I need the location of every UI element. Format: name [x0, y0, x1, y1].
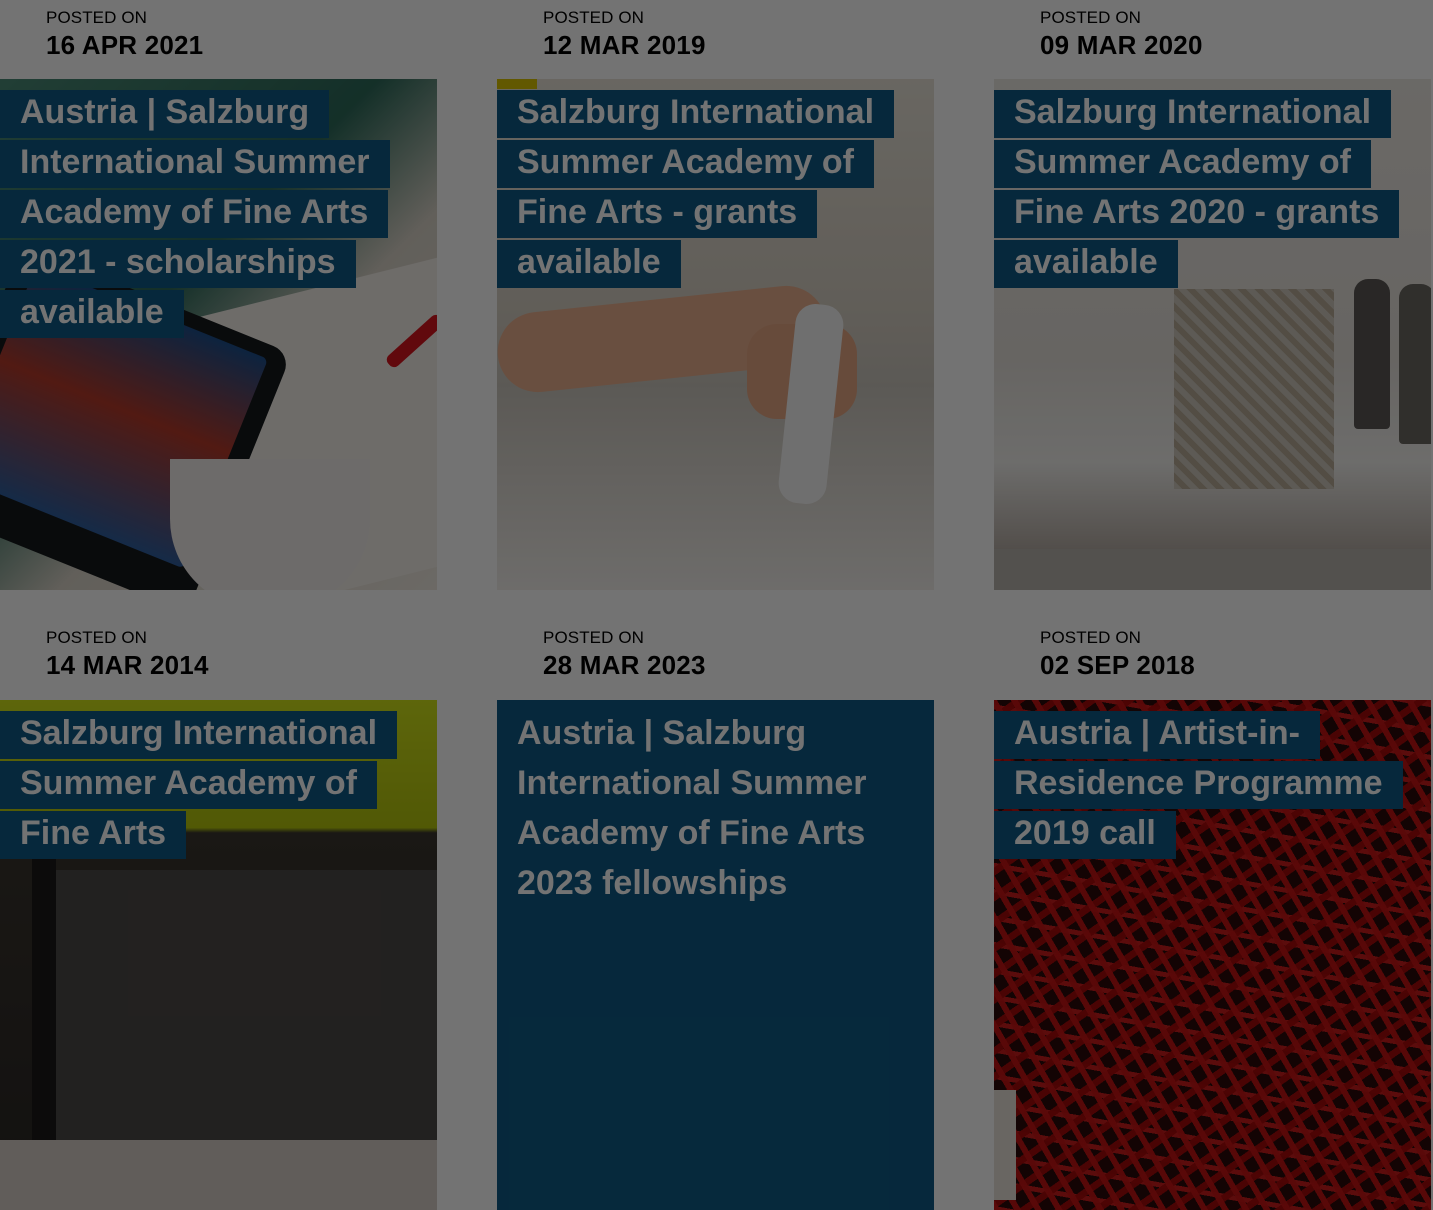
- posted-on-label: POSTED ON: [1040, 628, 1142, 647]
- post-meta: POSTED ON 16 APR 2021: [0, 0, 437, 79]
- post-date: 02 SEP 2018: [1040, 650, 1195, 680]
- post-card[interactable]: POSTED ON 28 MAR 2023 Austria | Salzburg…: [497, 620, 934, 1210]
- posted-on-label: POSTED ON: [543, 628, 645, 647]
- page: POSTED ON 16 APR 2021 Austria | Salzburg…: [0, 0, 1433, 1210]
- post-meta: POSTED ON 09 MAR 2020: [994, 0, 1431, 79]
- post-thumbnail-link[interactable]: Salzburg International Summer Academy of…: [497, 79, 934, 590]
- post-date: 28 MAR 2023: [543, 650, 706, 680]
- posted-on-label: POSTED ON: [46, 8, 148, 27]
- post-date: 09 MAR 2020: [1040, 30, 1203, 60]
- post-title[interactable]: Salzburg International Summer Academy of…: [0, 708, 420, 859]
- post-meta: POSTED ON 02 SEP 2018: [994, 620, 1431, 699]
- meta-accent-bar: [994, 2, 1018, 58]
- post-thumbnail-link[interactable]: Salzburg International Summer Academy of…: [994, 79, 1431, 590]
- meta-accent-bar: [497, 622, 521, 678]
- post-card[interactable]: POSTED ON 14 MAR 2014 Salzburg Internati…: [0, 620, 437, 1210]
- post-title[interactable]: Salzburg International Summer Academy of…: [497, 87, 917, 288]
- posted-on-label: POSTED ON: [1040, 8, 1142, 27]
- post-title[interactable]: Austria | Salzburg International Summer …: [497, 708, 917, 909]
- post-date: 14 MAR 2014: [46, 650, 209, 680]
- post-card[interactable]: POSTED ON 12 MAR 2019 Salzburg Internati…: [497, 0, 934, 590]
- post-title[interactable]: Austria | Salzburg International Summer …: [0, 87, 420, 338]
- post-card[interactable]: POSTED ON 09 MAR 2020 Salzburg Internati…: [994, 0, 1431, 590]
- meta-accent-bar: [0, 622, 24, 678]
- meta-accent-bar: [497, 2, 521, 58]
- post-date: 16 APR 2021: [46, 30, 204, 60]
- post-date: 12 MAR 2019: [543, 30, 706, 60]
- post-thumbnail-link[interactable]: Austria | Salzburg International Summer …: [497, 700, 934, 1210]
- posted-on-label: POSTED ON: [543, 8, 645, 27]
- post-meta: POSTED ON 12 MAR 2019: [497, 0, 934, 79]
- post-meta: POSTED ON 28 MAR 2023: [497, 620, 934, 699]
- post-title[interactable]: Austria | Artist-in-Residence Programme …: [994, 708, 1414, 859]
- post-meta: POSTED ON 14 MAR 2014: [0, 620, 437, 699]
- posts-grid: POSTED ON 16 APR 2021 Austria | Salzburg…: [0, 0, 1433, 1210]
- post-thumbnail-link[interactable]: Salzburg International Summer Academy of…: [0, 700, 437, 1210]
- post-card[interactable]: POSTED ON 02 SEP 2018 Austria | Artist-i…: [994, 620, 1431, 1210]
- post-card[interactable]: POSTED ON 16 APR 2021 Austria | Salzburg…: [0, 0, 437, 590]
- post-thumbnail-link[interactable]: Austria | Salzburg International Summer …: [0, 79, 437, 590]
- meta-accent-bar: [0, 2, 24, 58]
- post-thumbnail-link[interactable]: Austria | Artist-in-Residence Programme …: [994, 700, 1431, 1210]
- meta-accent-bar: [994, 622, 1018, 678]
- posted-on-label: POSTED ON: [46, 628, 148, 647]
- post-title[interactable]: Salzburg International Summer Academy of…: [994, 87, 1414, 288]
